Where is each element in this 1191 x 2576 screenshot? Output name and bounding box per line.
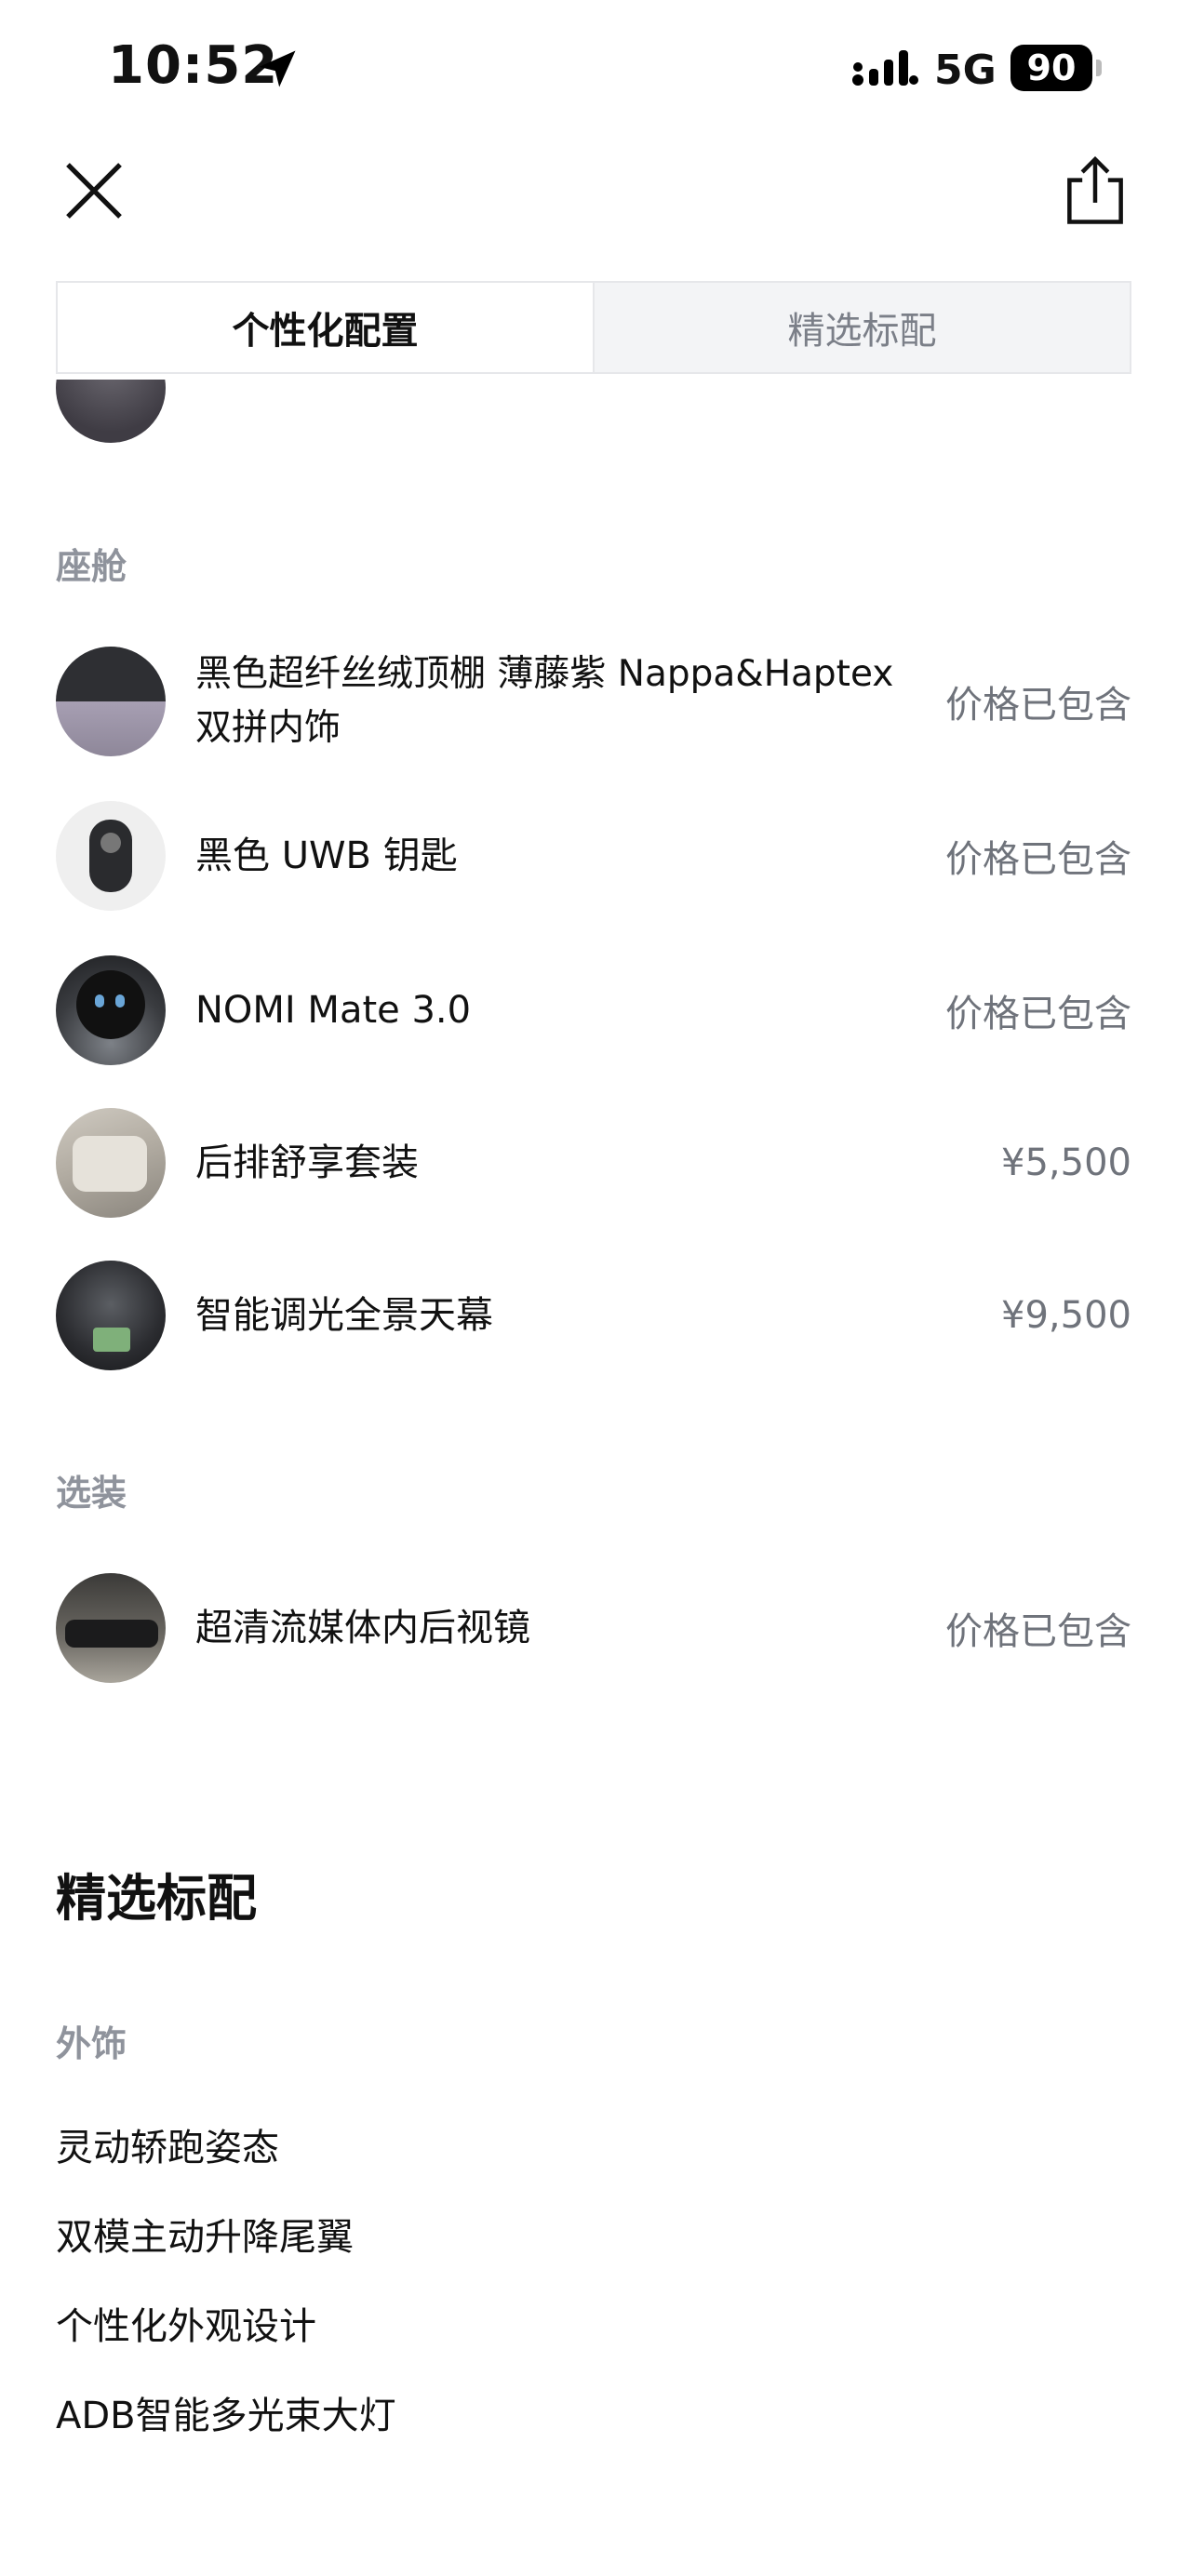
- interior-thumbnail: [56, 647, 166, 756]
- list-item: 智能调光全景天幕 ¥9,500: [56, 1260, 1131, 1371]
- scrolled-item-thumbnail: [56, 380, 166, 443]
- section-label-optional: 选装: [56, 1473, 127, 1514]
- item-price: 价格已包含: [945, 684, 1131, 727]
- item-price: ¥9,500: [1001, 1294, 1131, 1337]
- standard-item: 灵动轿跑姿态: [56, 2127, 279, 2169]
- nomi-thumbnail: [56, 955, 166, 1065]
- signal-icon: [852, 50, 918, 86]
- list-item: 超清流媒体内后视镜 价格已包含: [56, 1572, 1131, 1684]
- item-price: 价格已包含: [945, 838, 1131, 881]
- list-item: 黑色 UWB 钥匙 价格已包含: [56, 800, 1131, 912]
- tab-standard[interactable]: 精选标配: [595, 283, 1130, 372]
- section-label-exterior: 外饰: [56, 2023, 127, 2064]
- battery-level: 90: [1010, 45, 1092, 91]
- panoramic-roof-thumbnail: [56, 1261, 166, 1370]
- item-name: 后排舒享套装: [195, 1141, 419, 1184]
- list-item: 黑色超纤丝绒顶棚 薄藤紫 Nappa&Haptex 双拼内饰 价格已包含: [56, 646, 1131, 757]
- location-arrow-icon: [259, 50, 296, 87]
- close-icon[interactable]: [61, 158, 127, 223]
- standard-item: 个性化外观设计: [56, 2305, 316, 2348]
- item-name: 智能调光全景天幕: [195, 1294, 493, 1337]
- battery-tip: [1096, 60, 1102, 76]
- rearview-mirror-thumbnail: [56, 1573, 166, 1683]
- network-type: 5G: [934, 47, 997, 94]
- item-name: 黑色 UWB 钥匙: [195, 834, 458, 877]
- item-price: ¥5,500: [1001, 1141, 1131, 1184]
- item-name: 超清流媒体内后视镜: [195, 1607, 530, 1649]
- share-icon[interactable]: [1063, 154, 1128, 225]
- standard-title: 精选标配: [56, 1869, 257, 1928]
- section-label-cabin: 座舱: [56, 546, 127, 587]
- standard-item: 双模主动升降尾翼: [56, 2216, 354, 2259]
- config-tabs: 个性化配置 精选标配: [56, 281, 1131, 374]
- rear-seat-thumbnail: [56, 1108, 166, 1218]
- item-price: 价格已包含: [945, 1610, 1131, 1653]
- list-item: NOMI Mate 3.0 价格已包含: [56, 954, 1131, 1066]
- list-item: 后排舒享套装 ¥5,500: [56, 1107, 1131, 1219]
- item-name: 黑色超纤丝绒顶棚 薄藤紫 Nappa&Haptex 双拼内饰: [195, 653, 894, 749]
- tab-personalized[interactable]: 个性化配置: [58, 283, 595, 372]
- item-price: 价格已包含: [945, 993, 1131, 1035]
- item-name: NOMI Mate 3.0: [195, 989, 472, 1032]
- standard-item: ADB智能多光束大灯: [56, 2395, 396, 2437]
- uwb-key-thumbnail: [56, 801, 166, 911]
